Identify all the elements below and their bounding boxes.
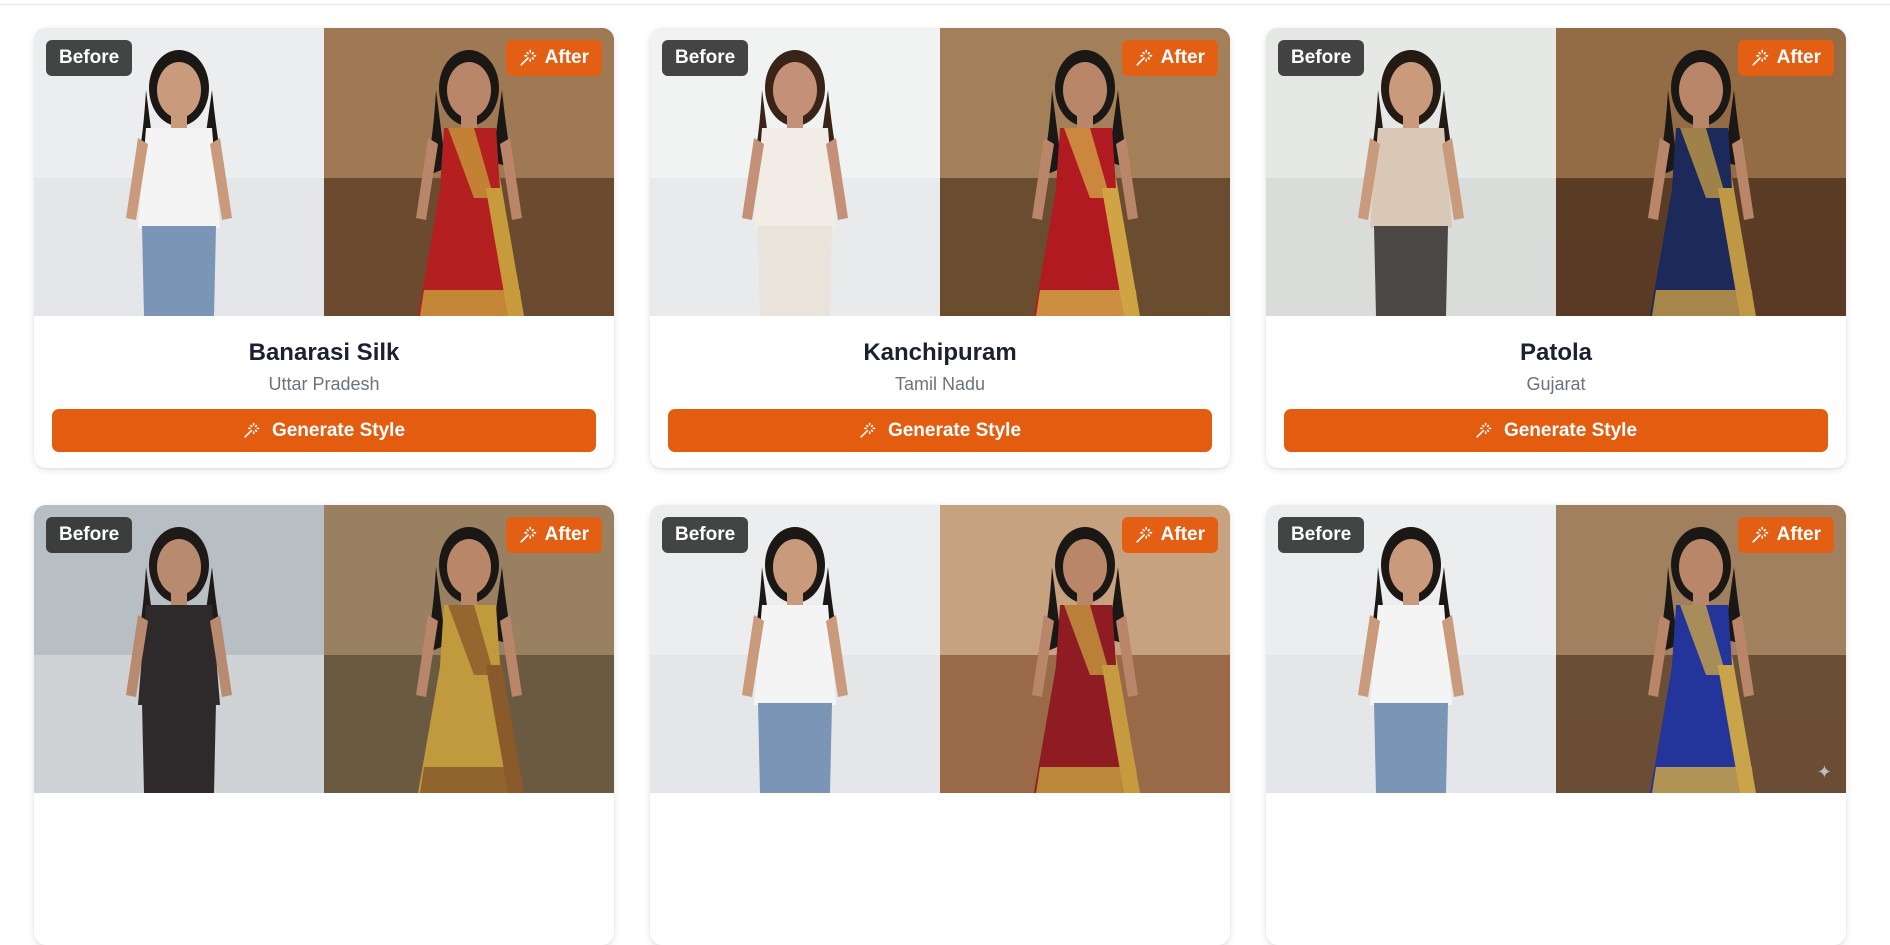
before-badge-label: Before bbox=[59, 47, 120, 68]
after-badge-label: After bbox=[1776, 524, 1821, 545]
after-badge: After bbox=[505, 40, 602, 76]
after-badge: After bbox=[1737, 517, 1834, 553]
card-info bbox=[1266, 793, 1846, 815]
style-card[interactable]: Before After bbox=[650, 505, 1230, 945]
before-badge-label: Before bbox=[675, 524, 736, 545]
before-after-images: Before After bbox=[34, 505, 614, 793]
sparkle-icon bbox=[519, 526, 537, 544]
before-badge-label: Before bbox=[59, 524, 120, 545]
after-badge-label: After bbox=[1160, 47, 1205, 68]
style-title: Kanchipuram bbox=[863, 339, 1017, 366]
style-card[interactable]: Before After Patola Gujarat Generate Style bbox=[1266, 28, 1846, 468]
after-badge-label: After bbox=[544, 47, 589, 68]
after-badge: After bbox=[505, 517, 602, 553]
after-badge-label: After bbox=[1776, 47, 1821, 68]
before-after-images: Before After ✦ bbox=[1266, 505, 1846, 793]
generate-style-label: Generate Style bbox=[271, 419, 406, 441]
style-region: Tamil Nadu bbox=[894, 374, 986, 394]
generate-style-button[interactable]: Generate Style bbox=[668, 409, 1212, 452]
before-after-images: Before After bbox=[1266, 28, 1846, 316]
sparkle-icon bbox=[1751, 49, 1769, 67]
sparkle-icon bbox=[243, 422, 260, 439]
before-badge: Before bbox=[662, 517, 749, 553]
before-badge-label: Before bbox=[1291, 47, 1352, 68]
card-info bbox=[34, 793, 614, 815]
after-badge: After bbox=[1121, 517, 1218, 553]
before-badge: Before bbox=[1278, 40, 1365, 76]
top-divider bbox=[0, 4, 1890, 5]
generate-style-label: Generate Style bbox=[887, 419, 1022, 441]
after-badge: After bbox=[1737, 40, 1834, 76]
before-badge: Before bbox=[662, 40, 749, 76]
style-region: Uttar Pradesh bbox=[268, 374, 380, 394]
sparkle-icon bbox=[1475, 422, 1492, 439]
generate-style-button[interactable]: Generate Style bbox=[1284, 409, 1828, 452]
style-card[interactable]: Before After Kanchipuram Tamil Nadu Generate… bbox=[650, 28, 1230, 468]
style-title: Banarasi Silk bbox=[248, 339, 400, 366]
style-card[interactable]: Before After bbox=[34, 505, 614, 945]
after-badge: After bbox=[1121, 40, 1218, 76]
sparkle-icon bbox=[859, 422, 876, 439]
sparkle-icon: ✦ bbox=[1816, 762, 1832, 782]
sparkle-icon bbox=[1135, 49, 1153, 67]
after-badge-label: After bbox=[1160, 524, 1205, 545]
sparkle-icon bbox=[1135, 526, 1153, 544]
card-info: Kanchipuram Tamil Nadu Generate Style bbox=[650, 316, 1230, 452]
style-title: Patola bbox=[1519, 339, 1593, 366]
card-info: Banarasi Silk Uttar Pradesh Generate Style bbox=[34, 316, 614, 452]
style-card[interactable]: Before After Banarasi Silk Uttar Pradesh Gen… bbox=[34, 28, 614, 468]
generate-style-label: Generate Style bbox=[1503, 419, 1638, 441]
before-after-images: Before After bbox=[650, 28, 1230, 316]
before-after-images: Before After bbox=[650, 505, 1230, 793]
style-card-grid: Before After Banarasi Silk Uttar Pradesh Gen… bbox=[34, 28, 1846, 945]
card-info: Patola Gujarat Generate Style bbox=[1266, 316, 1846, 452]
before-after-images: Before After bbox=[34, 28, 614, 316]
before-badge: Before bbox=[46, 517, 133, 553]
before-badge: Before bbox=[1278, 517, 1365, 553]
before-badge: Before bbox=[46, 40, 133, 76]
sparkle-icon bbox=[1751, 526, 1769, 544]
before-badge-label: Before bbox=[1291, 524, 1352, 545]
before-badge-label: Before bbox=[675, 47, 736, 68]
sparkle-icon bbox=[519, 49, 537, 67]
generate-style-button[interactable]: Generate Style bbox=[52, 409, 596, 452]
card-info bbox=[650, 793, 1230, 815]
after-badge-label: After bbox=[544, 524, 589, 545]
style-card[interactable]: Before After ✦ bbox=[1266, 505, 1846, 945]
style-region: Gujarat bbox=[1526, 374, 1586, 394]
